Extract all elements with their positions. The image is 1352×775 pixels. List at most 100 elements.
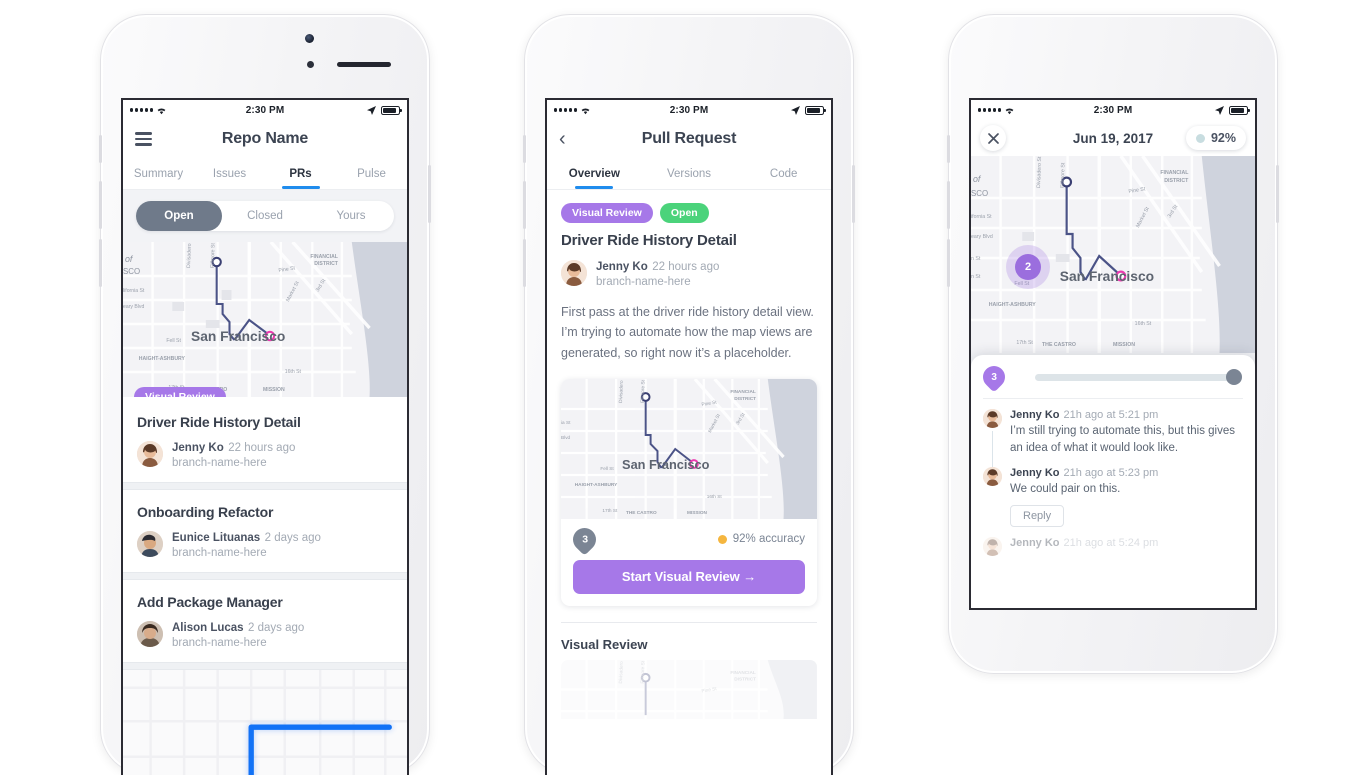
ride-map[interactable]: FINANCIAL DISTRICT Pine St 3rd St Market… <box>971 156 1255 353</box>
accuracy-dot-icon <box>717 534 727 544</box>
svg-text:Blvd: Blvd <box>561 435 571 441</box>
comment-item: Jenny Ko 21h ago at 5:24 pm <box>983 537 1243 557</box>
pr-time: 2 days ago <box>248 622 305 634</box>
visual-review-map-preview[interactable]: FINANCIAL DISTRICT Pine St Divisadero St F… <box>561 659 817 720</box>
tab-issues[interactable]: Issues <box>194 158 265 189</box>
front-camera-icon <box>305 34 314 43</box>
phone-1-navbar: Repo Name <box>123 120 407 158</box>
close-button[interactable] <box>980 125 1006 151</box>
svg-text:ia St: ia St <box>561 420 571 426</box>
page-title: Pull Request <box>641 130 737 147</box>
comments-sheet: 3 Jenny Ko 21h ago at 5:21 pm I’m still t… <box>971 355 1255 608</box>
svg-text:MISSION: MISSION <box>1113 342 1135 348</box>
screenshot-stage: 2:30 PM Repo Name Summary Issues PRs Pul… <box>0 0 1352 775</box>
svg-text:Fillmore St: Fillmore St <box>640 660 647 683</box>
svg-text:lifornia St: lifornia St <box>123 288 145 294</box>
accuracy-pill[interactable]: 92% <box>1185 126 1246 150</box>
map-graphic-faded <box>123 670 407 775</box>
slider-thumb[interactable] <box>1226 369 1242 385</box>
pr-title: Onboarding Refactor <box>137 504 274 520</box>
svg-text:HAIGHT-ASHBURY: HAIGHT-ASHBURY <box>575 482 618 488</box>
svg-text:THE CASTRO: THE CASTRO <box>1042 342 1076 348</box>
tab-code[interactable]: Code <box>736 158 831 189</box>
svg-text:Divisadero St: Divisadero St <box>618 660 625 684</box>
map-marker-2[interactable]: 2 <box>1015 254 1041 280</box>
comment-author: Jenny Ko <box>1010 409 1060 421</box>
status-bar: 2:30 PM <box>123 100 407 120</box>
svg-text:Fell St: Fell St <box>166 338 181 344</box>
phone-1: 2:30 PM Repo Name Summary Issues PRs Pul… <box>99 14 431 775</box>
svg-text:16th St: 16th St <box>285 369 302 375</box>
pr-branch: branch-name-here <box>596 276 691 288</box>
svg-text:HAIGHT-ASHBURY: HAIGHT-ASHBURY <box>989 302 1037 308</box>
tab-pulse[interactable]: Pulse <box>336 158 407 189</box>
sheet-header: 3 <box>978 361 1243 393</box>
pr-map-preview[interactable]: FINANCIAL DISTRICT Pine St 3rd St Market… <box>123 242 407 397</box>
pr-badges: Visual Review Open <box>561 203 817 223</box>
svg-text:Fell St: Fell St <box>600 466 614 472</box>
svg-text:eary Blvd: eary Blvd <box>971 234 993 240</box>
tab-summary[interactable]: Summary <box>123 158 194 189</box>
svg-text:Fillmore St: Fillmore St <box>210 242 217 268</box>
battery-icon <box>805 105 826 115</box>
back-chevron-icon[interactable]: ‹ <box>559 129 566 149</box>
segment-yours[interactable]: Yours <box>308 201 394 231</box>
svg-text:Fillmore St: Fillmore St <box>1060 162 1067 188</box>
svg-text:San Francisco: San Francisco <box>622 457 710 472</box>
comment-thread-line <box>992 431 994 470</box>
page-title: Repo Name <box>221 130 309 147</box>
avatar <box>983 409 1002 428</box>
comment-author: Jenny Ko <box>1010 467 1060 480</box>
phone-1-screen: 2:30 PM Repo Name Summary Issues PRs Pul… <box>121 98 409 775</box>
svg-text:ifornia St: ifornia St <box>971 214 992 220</box>
segment-closed[interactable]: Closed <box>222 201 308 231</box>
map-graphic: FINANCIAL DISTRICT Pine St 3rd St Market… <box>123 242 407 397</box>
svg-text:n St: n St <box>971 256 981 262</box>
tab-overview[interactable]: Overview <box>547 158 642 189</box>
phone-2: 2:30 PM ‹ Pull Request Overview Versions… <box>523 14 1239 775</box>
pr-author: Jenny Ko <box>596 261 648 273</box>
svg-text:SCO: SCO <box>123 267 140 276</box>
version-slider[interactable] <box>1035 369 1242 385</box>
pr-branch: branch-name-here <box>172 547 267 559</box>
svg-text:16th St: 16th St <box>707 494 723 500</box>
tab-prs[interactable]: PRs <box>265 158 336 189</box>
comment-item: Jenny Ko 21h ago at 5:23 pm We could pair… <box>983 467 1243 528</box>
avatar <box>137 440 163 467</box>
pr-list-item-2[interactable]: Onboarding Refactor Eunice Lituanas 2 da… <box>123 490 407 572</box>
card-map-preview[interactable]: FINANCIAL DISTRICT Pine St 3rd St Market… <box>561 378 817 519</box>
phone-2-screen: 2:30 PM ‹ Pull Request Overview Versions… <box>545 98 833 775</box>
phone-1-tabbar: Summary Issues PRs Pulse <box>123 158 407 190</box>
comment-text: I’m still trying to automate this, but t… <box>1010 425 1235 455</box>
comment-time: 21h ago at 5:24 pm <box>1063 537 1159 550</box>
pr-title: Driver Ride History Detail <box>561 232 737 249</box>
segment-open[interactable]: Open <box>136 201 222 231</box>
avatar <box>561 259 587 286</box>
hamburger-menu-icon[interactable] <box>135 132 152 146</box>
reply-button[interactable]: Reply <box>1010 505 1065 528</box>
svg-text:17th St: 17th St <box>1016 340 1033 346</box>
pr-list-item-1[interactable]: Driver Ride History Detail Jenny Ko 22 h… <box>123 397 407 482</box>
tab-versions[interactable]: Versions <box>642 158 737 189</box>
svg-text:n St: n St <box>971 274 981 280</box>
pr-description: First pass at the driver ride history de… <box>561 305 814 360</box>
accuracy-indicator: 92% accuracy <box>717 533 805 545</box>
pr-title: Add Package Manager <box>137 594 283 610</box>
svg-text:San Francisco: San Francisco <box>191 328 285 344</box>
pr-detail-body: Visual Review Open Driver Ride History D… <box>547 190 831 363</box>
svg-text:Fillmore St: Fillmore St <box>640 379 647 403</box>
close-x-icon <box>987 132 999 144</box>
proximity-sensor-icon <box>307 61 314 68</box>
avatar <box>983 467 1002 487</box>
pr-title: Driver Ride History Detail <box>137 414 301 430</box>
svg-text:DISTRICT: DISTRICT <box>734 396 756 402</box>
comment-item: Jenny Ko 21h ago at 5:21 pm I’m still try… <box>983 409 1243 470</box>
phone-2-tabbar: Overview Versions Code <box>547 158 831 190</box>
pr-list-item-3[interactable]: Add Package Manager Alison Lucas 2 days … <box>123 580 407 662</box>
svg-text:SCO: SCO <box>971 189 988 198</box>
pr-time: 22 hours ago <box>652 261 720 273</box>
map-graphic-faded: FINANCIALDISTRICT Pine St Divisadero St F… <box>561 659 817 719</box>
start-visual-review-button[interactable]: Start Visual Review → <box>573 559 805 594</box>
status-bar-time: 2:30 PM <box>1093 104 1133 116</box>
next-card-map-preview[interactable] <box>123 670 407 775</box>
